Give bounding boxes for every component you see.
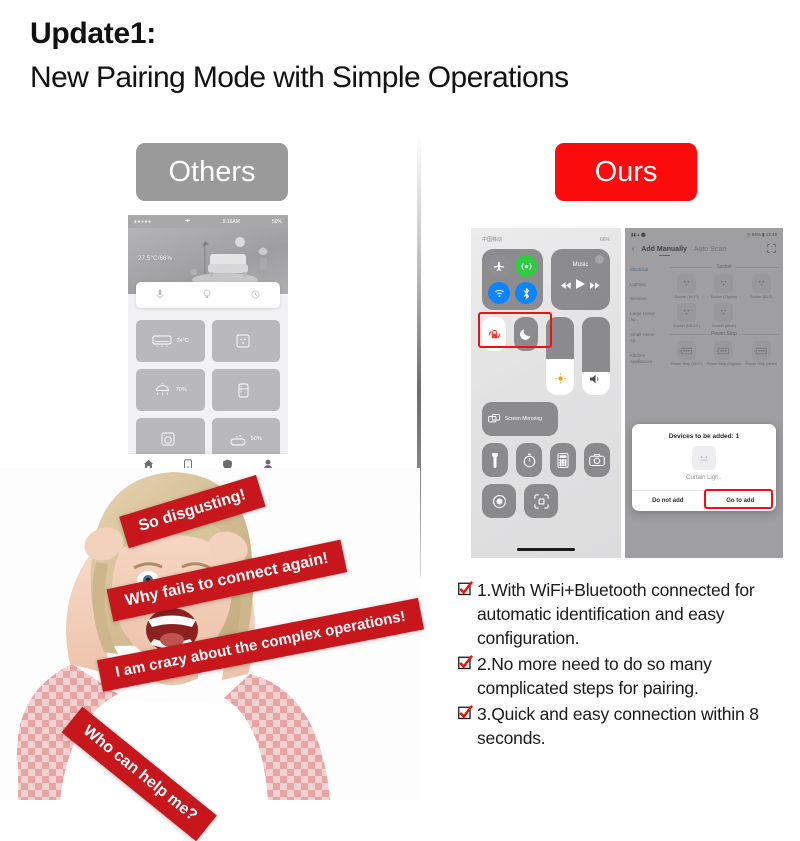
feature-text: 2.No more need to do so many complicated…: [477, 654, 712, 698]
brightness-icon: [546, 371, 574, 389]
signal-icon: ●●●●●: [134, 218, 152, 225]
fridge-icon: [238, 383, 249, 397]
page-subtitle: New Pairing Mode with Simple Operations: [30, 61, 569, 94]
microphone-icon[interactable]: [156, 286, 164, 304]
air-conditioner-icon: [152, 335, 172, 347]
screen-mirroring-row: Screen Mirroring: [482, 402, 610, 436]
checkmark-icon: [458, 705, 474, 725]
badge-others: Others: [136, 143, 288, 201]
next-icon[interactable]: [589, 276, 600, 294]
bulb-icon[interactable]: [203, 286, 211, 304]
status-bar: ●●●●● 9:16AM 50%: [128, 215, 288, 228]
washer-icon: [161, 432, 175, 446]
device-value: 70%: [175, 387, 187, 393]
battery-level: 66%: [599, 236, 610, 243]
modal-device: Curtain Ligh..: [632, 446, 776, 490]
screen-record-icon[interactable]: [482, 484, 516, 518]
utilities-row-1: [482, 443, 610, 477]
brightness-slider[interactable]: [546, 317, 574, 395]
utilities-row-2: [482, 484, 610, 518]
checkmark-icon: [458, 655, 474, 675]
wifi-icon: [184, 218, 191, 225]
device-card[interactable]: [211, 369, 280, 411]
secondary-controls-row: [482, 317, 610, 395]
battery-level: 50%: [271, 218, 282, 225]
flashlight-icon[interactable]: [482, 443, 508, 477]
lamp-icon: [155, 383, 169, 396]
device-value: 50%: [250, 436, 262, 442]
airplane-mode-toggle[interactable]: [488, 255, 510, 277]
volume-slider[interactable]: [582, 317, 610, 395]
socket-icon: [236, 334, 250, 348]
checkmark-icon: [458, 581, 474, 601]
airplay-icon[interactable]: [595, 255, 604, 264]
camera-icon[interactable]: [584, 443, 610, 477]
badge-ours: Ours: [555, 143, 697, 201]
temperature-humidity-reading: 27.5°C/66%: [138, 256, 173, 262]
home-indicator: [517, 548, 575, 551]
control-center-body: Music Screen Mirroring: [471, 243, 621, 518]
badge-others-label: Others: [168, 155, 256, 188]
diffuser-icon: [230, 435, 246, 446]
screen-mirroring-button[interactable]: Screen Mirroring: [482, 402, 558, 436]
carrier-label: 中国移动: [482, 237, 503, 243]
connectivity-tile-group: [482, 249, 543, 310]
music-widget[interactable]: Music: [551, 249, 610, 310]
music-controls[interactable]: [559, 276, 602, 294]
page-header: Update1: New Pairing Mode with Simple Op…: [30, 14, 790, 100]
phone-others-screenshot: ●●●●● 9:16AM 50% 27.5°C/66% 24°C 70% 50%: [128, 215, 288, 478]
feature-text: 1.With WiFi+Bluetooth connected for auto…: [477, 580, 755, 648]
device-card[interactable]: 24°C: [136, 320, 205, 362]
modal-device-name: Curtain Ligh..: [686, 475, 722, 481]
wifi-toggle[interactable]: [488, 282, 510, 304]
device-card[interactable]: 70%: [136, 369, 205, 411]
device-card-grid: 24°C 70% 50%: [136, 320, 280, 460]
do-not-disturb-toggle[interactable]: [514, 317, 538, 351]
previous-icon[interactable]: [561, 276, 571, 294]
ios-status-bar: 中国移动 66%: [471, 228, 621, 244]
page-title: Update1:: [30, 17, 156, 50]
phone-add-device-screenshot: ▮▮ ▴ ⬤ ◷ 94% ▮ 13:48 ‹ Add Manually Auto…: [625, 228, 783, 558]
devices-to-add-modal: Devices to be added: 1 Curtain Ligh.. Do…: [632, 424, 776, 511]
feature-item: 2.No more need to do so many complicated…: [458, 652, 798, 700]
calculator-icon[interactable]: [550, 443, 576, 477]
qr-scan-icon[interactable]: [524, 484, 558, 518]
feature-list: 1.With WiFi+Bluetooth connected for auto…: [458, 578, 798, 752]
quick-action-bar[interactable]: [136, 282, 280, 308]
timer-icon[interactable]: [516, 443, 542, 477]
device-value: 24°C: [176, 338, 189, 344]
badge-ours-label: Ours: [594, 155, 658, 188]
status-time: 9:16AM: [222, 218, 240, 225]
play-icon[interactable]: [575, 276, 585, 294]
clock-icon[interactable]: [251, 286, 260, 304]
do-not-add-button[interactable]: Do not add: [632, 491, 704, 511]
feature-item: 3.Quick and easy connection within 8 sec…: [458, 702, 798, 750]
feature-item: 1.With WiFi+Bluetooth connected for auto…: [458, 578, 798, 650]
modal-buttons: Do not add Go to add: [632, 490, 776, 511]
device-card[interactable]: [211, 320, 280, 362]
screen-mirroring-label: Screen Mirroring: [505, 415, 542, 422]
feature-text: 3.Quick and easy connection within 8 sec…: [477, 704, 759, 748]
modal-title: Devices to be added: 1: [668, 433, 740, 440]
cellular-data-toggle[interactable]: [515, 255, 537, 277]
rotation-lock-toggle[interactable]: [482, 317, 506, 351]
curtain-light-icon: [692, 446, 716, 470]
phone-control-center-screenshot: 中国移动 66% Music Screen Mirroring: [471, 228, 621, 558]
bluetooth-toggle[interactable]: [515, 282, 537, 304]
volume-icon: [582, 371, 610, 389]
go-to-add-button[interactable]: Go to add: [705, 491, 777, 511]
